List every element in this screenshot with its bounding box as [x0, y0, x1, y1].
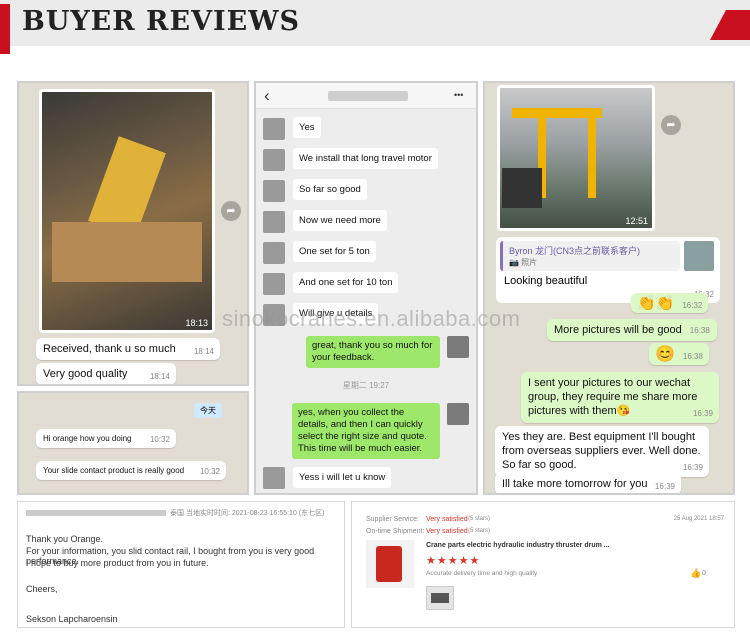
thruster-image — [376, 546, 402, 582]
message-bubble: We install that long travel motor — [293, 148, 438, 169]
message-bubble: Hi orange how you doing 10:32 — [36, 429, 176, 448]
message-text: Hi orange how you doing — [43, 434, 132, 443]
message-time: 18:14 — [193, 347, 214, 356]
review-date: 25 Aug 2021 18:57 — [673, 516, 724, 522]
message-text: More pictures will be good — [554, 324, 682, 336]
message-time: 10:32 — [149, 435, 170, 444]
chat-panel-2: ‹ ••• Yes We install that long travel mo… — [254, 81, 478, 495]
avatar[interactable] — [263, 149, 285, 171]
avatar-self[interactable] — [447, 336, 469, 358]
message-text: Received, thank u so much — [43, 343, 176, 355]
page-title: BUYER REVIEWS — [22, 6, 301, 37]
gantry-leg — [588, 108, 596, 198]
email-closing: Cheers, — [26, 584, 58, 594]
shipment-label: On-time Shipment: — [366, 528, 425, 535]
message-text: I sent your pictures to our wechat group… — [528, 377, 698, 417]
message-bubble-sent: More pictures will be good 16:38 — [547, 319, 717, 341]
date-tag: 今天 — [194, 403, 222, 418]
message-time: 16:39 — [692, 409, 713, 419]
message-bubble-sent: 😊 16:38 — [649, 343, 709, 365]
email-card: 泰国 当地实时时间: 2021-08-23 16:55:10 (东七区) Tha… — [17, 501, 345, 628]
avatar[interactable] — [263, 118, 285, 140]
factory-photo[interactable]: 12:51 — [497, 85, 655, 231]
review-photo-thumbnail[interactable] — [426, 586, 454, 610]
message-bubble-sent: 👏👏 16:32 — [631, 293, 709, 313]
email-greeting: Thank you Orange. — [26, 534, 104, 544]
message-time: 16:32 — [682, 301, 703, 310]
quoted-type: 📷 照片 — [509, 258, 538, 267]
email-signature: Sekson Lapcharoensin — [26, 614, 118, 624]
review-photo-content — [431, 593, 449, 603]
message-bubble: Yess i will let u know — [293, 467, 392, 488]
avatar[interactable] — [263, 242, 285, 264]
forward-icon[interactable]: ➦ — [661, 115, 681, 135]
message-text: Yes they are. Best equipment I'll bought… — [502, 431, 701, 471]
supplier-service-value: Very satisfied — [426, 516, 468, 523]
message-bubble: And one set for 10 ton — [293, 272, 399, 293]
product-title[interactable]: Crane parts electric hydraulic industry … — [426, 542, 610, 549]
message-text: 👏👏 — [637, 295, 675, 312]
message-text: Very good quality — [43, 368, 128, 380]
sender-blurred — [26, 510, 166, 516]
shipment-value: Very satisfied — [426, 528, 468, 535]
quoted-message[interactable]: Byron 龙门(CN3点之前联系客户) 📷 照片 — [500, 241, 680, 271]
shipment-stars: (5 stars) — [468, 528, 491, 534]
like-icon[interactable]: 👍 — [690, 568, 701, 579]
message-text: Your slide contact product is really goo… — [43, 466, 185, 475]
review-comment: Accurate delivery time and high quality — [426, 570, 538, 577]
message-time: 16:39 — [654, 482, 675, 491]
message-bubble-sent: great, thank you so much for your feedba… — [306, 336, 440, 368]
watermark: sinokocranes.en.alibaba.com — [222, 306, 521, 331]
date-divider: 星期二 19:27 — [342, 381, 390, 390]
review-card: Supplier Service: Very satisfied (5 star… — [351, 501, 735, 628]
quoted-thumbnail — [684, 241, 714, 271]
message-bubble: One set for 5 ton — [293, 241, 376, 262]
chat-panel-4: 今天 Hi orange how you doing 10:32 Your sli… — [17, 391, 249, 495]
chat-panel-3: 12:51 ➦ Byron 龙门(CN3点之前联系客户) 📷 照片 Lookin… — [483, 81, 735, 495]
message-bubble: Yes they are. Best equipment I'll bought… — [495, 426, 709, 478]
message-bubble-sent: I sent your pictures to our wechat group… — [521, 372, 719, 424]
avatar[interactable] — [263, 180, 285, 202]
rating-stars: ★★★★★ — [426, 555, 481, 567]
message-text: Ill take more tomorrow for you — [502, 478, 648, 490]
product-thumbnail[interactable] — [366, 540, 414, 588]
quoted-sender: Byron 龙门(CN3点之前联系客户) — [509, 246, 641, 256]
email-meta: 泰国 当地实时时间: 2021-08-23 16:55:10 (东七区) — [170, 510, 325, 517]
message-bubble: Very good quality 18:14 — [36, 363, 176, 384]
message-bubble: So far so good — [293, 179, 367, 200]
email-body-line: I hope to buy more product from you in f… — [26, 558, 209, 568]
machine-panel — [502, 168, 542, 208]
header-accent-left — [0, 4, 10, 54]
message-bubble: Your slide contact product is really goo… — [36, 461, 226, 480]
wooden-crate — [52, 222, 202, 282]
supplier-service-label: Supplier Service: — [366, 516, 419, 523]
avatar[interactable] — [263, 211, 285, 233]
message-bubble: Received, thank u so much 18:14 — [36, 338, 220, 360]
supplier-service-stars: (5 stars) — [468, 516, 491, 522]
avatar[interactable] — [263, 467, 285, 489]
message-time: 16:38 — [682, 352, 703, 361]
contact-name-blurred — [328, 91, 408, 101]
message-time: 18:14 — [149, 372, 170, 381]
more-icon[interactable]: ••• — [454, 90, 463, 100]
message-bubble: Now we need more — [293, 210, 387, 231]
message-bubble: Yes — [293, 117, 321, 138]
forward-icon[interactable]: ➦ — [221, 201, 241, 221]
avatar-self[interactable] — [447, 403, 469, 425]
avatar[interactable] — [263, 273, 285, 295]
message-time: 16:38 — [689, 326, 710, 335]
message-text: 😊 — [655, 346, 675, 363]
photo-time: 12:51 — [625, 216, 648, 226]
back-icon[interactable]: ‹ — [264, 86, 270, 106]
message-bubble-sent: yes, when you collect the details, and t… — [292, 403, 440, 459]
like-count: 0 — [702, 570, 706, 577]
message-time: 10:32 — [199, 467, 220, 476]
message-time: 16:39 — [682, 463, 703, 473]
received-goods-photo[interactable]: 18:13 — [39, 89, 215, 333]
chat-panel-1: 18:13 ➦ Received, thank u so much 18:14 V… — [17, 81, 249, 386]
message-bubble: Ill take more tomorrow for you 16:39 — [495, 473, 681, 493]
photo-time: 18:13 — [185, 318, 208, 328]
message-text: Looking beautiful — [504, 275, 588, 287]
